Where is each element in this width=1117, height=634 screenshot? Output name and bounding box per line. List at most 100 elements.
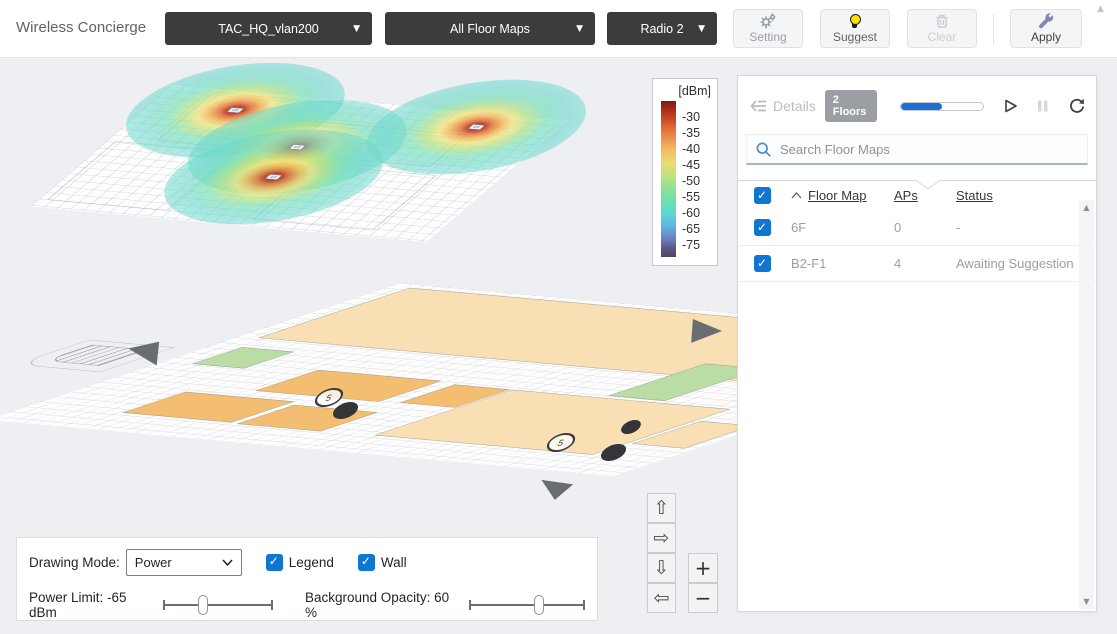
background-opacity-label: Background Opacity: 60 %: [305, 590, 461, 620]
legend-tick: -30: [682, 110, 700, 124]
legend-tick: -75: [682, 238, 700, 252]
legend-tick: -60: [682, 206, 700, 220]
row-floor-name: B2-F1: [791, 256, 894, 271]
network-dropdown[interactable]: TAC_HQ_vlan200 ▼: [165, 12, 372, 45]
wrench-icon: [1038, 13, 1055, 29]
legend-title: [dBm]: [661, 84, 711, 98]
search-icon: [755, 141, 772, 158]
plan-handle-triangle[interactable]: [691, 319, 723, 345]
legend-checkbox[interactable]: [266, 554, 283, 571]
plan-handle-triangle[interactable]: [539, 480, 573, 502]
row-checkbox[interactable]: [754, 255, 771, 272]
chevron-down-icon: [222, 559, 233, 566]
floor-map-6f-heatmap[interactable]: [31, 84, 570, 242]
legend-tick: -35: [682, 126, 700, 140]
floor-maps-dropdown[interactable]: All Floor Maps ▼: [385, 12, 595, 45]
drawing-mode-select[interactable]: Power: [126, 549, 242, 576]
scrollbar-down-icon[interactable]: ▼: [1079, 597, 1094, 606]
pan-left-button[interactable]: ⇦: [647, 583, 676, 613]
play-button[interactable]: [1003, 98, 1018, 114]
left-arrow-icon: ⇦: [654, 587, 670, 609]
right-arrow-icon: ⇨: [654, 527, 670, 549]
zoom-out-button[interactable]: −: [688, 583, 718, 613]
pause-button[interactable]: [1037, 98, 1049, 114]
column-aps[interactable]: APs: [894, 188, 956, 203]
power-limit-label: Power Limit: -65 dBm: [29, 590, 155, 620]
floor-room-green: [192, 347, 295, 368]
details-back-button[interactable]: Details: [750, 98, 816, 114]
sort-asc-icon: [791, 192, 802, 199]
up-arrow-icon: ⇧: [654, 497, 670, 519]
row-ap-count: 0: [894, 220, 956, 235]
toolbar: Wireless Concierge TAC_HQ_vlan200 ▼ All …: [0, 0, 1117, 58]
legend-tick: -45: [682, 158, 700, 172]
drawing-mode-panel: Drawing Mode: Power Legend Wall Power Li…: [16, 537, 598, 621]
slider-track[interactable]: [163, 604, 273, 606]
row-floor-name: 6F: [791, 220, 894, 235]
table-row-6f[interactable]: 6F 0 -: [738, 210, 1096, 246]
floor-table-header: Floor Map APs Status: [738, 180, 1096, 210]
map-canvas[interactable]: 5 5 [dBm] -30 -35 -40 -45 -50 -55 -60 -6…: [0, 58, 1117, 634]
network-dropdown-value: TAC_HQ_vlan200: [218, 22, 319, 36]
lightbulb-icon: [850, 14, 861, 25]
pause-icon: [1037, 98, 1049, 114]
legend-color-bar: [661, 101, 676, 257]
suggestion-progress-bar: [900, 102, 984, 111]
dbm-legend: [dBm] -30 -35 -40 -45 -50 -55 -60 -65 -7…: [652, 78, 718, 266]
plus-icon: +: [695, 556, 712, 580]
clear-button-label: Clear: [928, 30, 957, 44]
scroll-top-icon[interactable]: ▲: [1097, 4, 1104, 14]
trash-icon: [934, 13, 950, 29]
gears-icon: [759, 13, 777, 29]
panel-scrollbar[interactable]: ▲ ▼: [1079, 200, 1094, 609]
row-ap-count: 4: [894, 256, 956, 271]
select-all-checkbox[interactable]: [754, 187, 771, 204]
radio-dropdown[interactable]: Radio 2 ▼: [607, 12, 717, 45]
details-back-label: Details: [773, 98, 816, 114]
progress-fill: [901, 103, 942, 110]
radio-dropdown-value: Radio 2: [640, 22, 683, 36]
dropdown-arrow-icon: ▼: [576, 24, 583, 34]
scrollbar-up-icon[interactable]: ▲: [1079, 203, 1094, 212]
drawing-mode-value: Power: [135, 555, 172, 570]
legend-tick: -65: [682, 222, 700, 236]
refresh-button[interactable]: [1068, 97, 1086, 115]
suggest-button[interactable]: Suggest: [820, 9, 890, 48]
legend-tick: -55: [682, 190, 700, 204]
setting-button[interactable]: Setting: [733, 9, 803, 48]
clear-button[interactable]: Clear: [907, 9, 977, 48]
slider-track[interactable]: [469, 604, 585, 606]
background-opacity-slider[interactable]: [469, 594, 585, 616]
pan-down-button[interactable]: ⇩: [647, 553, 676, 583]
background-opacity-slider-thumb[interactable]: [534, 595, 544, 615]
legend-checkbox-label: Legend: [289, 555, 334, 570]
suggest-button-label: Suggest: [833, 30, 877, 44]
power-limit-slider[interactable]: [163, 594, 273, 616]
search-input[interactable]: [780, 142, 1060, 157]
apply-button-label: Apply: [1031, 30, 1061, 44]
refresh-icon: [1068, 97, 1086, 115]
legend-toggle[interactable]: Legend: [266, 554, 334, 571]
column-floor-map[interactable]: Floor Map: [808, 188, 894, 203]
dropdown-arrow-icon: ▼: [698, 24, 705, 34]
apply-button[interactable]: Apply: [1010, 9, 1082, 48]
table-row-b2f1[interactable]: B2-F1 4 Awaiting Suggestion: [738, 246, 1096, 282]
legend-tick: -50: [682, 174, 700, 188]
wall-checkbox-label: Wall: [381, 555, 407, 570]
floor-map-search: [746, 134, 1088, 165]
column-status[interactable]: Status: [956, 188, 1096, 203]
drawing-mode-label: Drawing Mode:: [29, 555, 120, 570]
power-limit-slider-thumb[interactable]: [198, 595, 208, 615]
legend-tick-labels: -30 -35 -40 -45 -50 -55 -60 -65 -75: [682, 101, 700, 257]
plan-handle-triangle[interactable]: [127, 338, 159, 365]
pan-up-button[interactable]: ⇧: [647, 493, 676, 523]
minus-icon: −: [695, 586, 712, 610]
wall-checkbox[interactable]: [358, 554, 375, 571]
floor-maps-dropdown-value: All Floor Maps: [450, 22, 530, 36]
zoom-in-button[interactable]: +: [688, 553, 718, 583]
row-checkbox[interactable]: [754, 219, 771, 236]
row-status: Awaiting Suggestion: [956, 256, 1096, 271]
pan-right-button[interactable]: ⇨: [647, 523, 676, 553]
wall-toggle[interactable]: Wall: [358, 554, 407, 571]
row-status: -: [956, 220, 1096, 235]
